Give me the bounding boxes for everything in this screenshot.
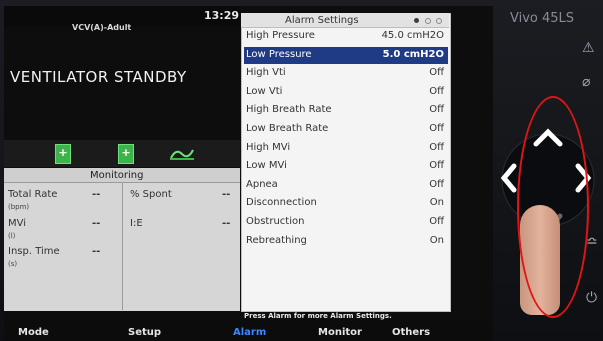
monitor-value: -- (92, 246, 101, 257)
monitor-label: % Spont (130, 189, 172, 200)
alarm-row[interactable]: Rebreathing On (244, 233, 448, 250)
monitor-value: -- (92, 218, 101, 229)
alarm-mute-icon[interactable]: ⌀ (582, 74, 590, 90)
alarm-name: Disconnection (246, 197, 317, 209)
alarm-value: Off (429, 178, 444, 190)
tab-mode[interactable]: Mode (18, 327, 49, 338)
alarm-row[interactable]: High Vti Off (244, 65, 448, 82)
alarm-value: On (429, 234, 444, 246)
alarm-row[interactable]: Disconnection On (244, 195, 448, 212)
clock: 13:29 (204, 9, 240, 22)
page-dot-active (414, 18, 419, 23)
tab-alarm[interactable]: Alarm (233, 327, 266, 338)
monitor-label: Insp. Time (8, 246, 60, 257)
monitor-value: -- (222, 189, 231, 200)
alarm-row[interactable]: High Breath Rate Off (244, 102, 448, 119)
alarm-settings-title: Alarm Settings (285, 15, 359, 26)
alarm-name: High Pressure (246, 30, 315, 41)
tab-monitor[interactable]: Monitor (318, 327, 362, 338)
alarm-name: Rebreathing (246, 234, 307, 246)
alarm-row[interactable]: High MVi Off (244, 140, 448, 157)
alarm-value: Off (429, 123, 444, 134)
alarm-name: Low MVi (246, 160, 287, 172)
warning-icon[interactable]: ⚠ (582, 40, 595, 56)
alarm-row[interactable]: Low Vti Off (244, 84, 448, 101)
alarm-value: On (429, 197, 444, 209)
wave-icon[interactable] (170, 146, 194, 160)
alarm-name: Apnea (246, 178, 278, 190)
alarm-hint-text: Press Alarm for more Alarm Settings. (244, 312, 392, 320)
left-plus-icon[interactable]: + (118, 144, 134, 164)
alarm-row[interactable]: Apnea Off (244, 177, 448, 194)
alarm-name: High Breath Rate (246, 104, 332, 116)
alarm-name: High MVi (246, 141, 291, 153)
alarm-row[interactable]: Obstruction Off (244, 214, 448, 231)
page-dot (436, 18, 442, 24)
alarm-value: Off (429, 216, 444, 227)
alarm-name: High Vti (246, 67, 286, 79)
alarm-name: Low Vti (246, 85, 283, 97)
alarm-name: Obstruction (246, 216, 305, 227)
alarm-name: Low Pressure (246, 48, 312, 60)
alarm-value: 45.0 cmH2O (381, 30, 444, 41)
monitoring-title: Monitoring (90, 170, 144, 181)
alarm-value: Off (429, 67, 444, 79)
monitor-label: Total Rate (8, 189, 58, 200)
tab-others[interactable]: Others (392, 327, 430, 338)
monitor-value: -- (222, 218, 231, 229)
alarm-row[interactable]: Low Pressure 5.0 cmH2O (244, 46, 448, 64)
annotation-ring (517, 96, 589, 318)
power-icon[interactable]: ⏻ (586, 290, 597, 306)
plus-icon[interactable]: + (55, 144, 71, 164)
monitor-unit: (s) (8, 260, 18, 268)
alarm-value: Off (429, 141, 444, 153)
alarm-row[interactable]: High Pressure 45.0 cmH2O (244, 28, 448, 45)
alarm-row[interactable]: Low Breath Rate Off (244, 121, 448, 138)
alarm-value: Off (429, 85, 444, 97)
monitoring-divider (122, 183, 123, 310)
alarm-value: Off (429, 104, 444, 116)
standby-message: VENTILATOR STANDBY (10, 68, 187, 86)
monitor-unit: (l) (8, 232, 16, 240)
tab-setup[interactable]: Setup (128, 327, 161, 338)
alarm-value: 5.0 cmH2O (382, 48, 444, 60)
monitor-label: I:E (130, 218, 143, 229)
alarm-name: Low Breath Rate (246, 123, 329, 134)
ventilation-mode-label: VCV(A)-Adult (72, 23, 132, 32)
alarm-value: Off (429, 160, 444, 172)
alarm-row[interactable]: Low MVi Off (244, 158, 448, 175)
monitor-unit: (bpm) (8, 203, 30, 211)
monitor-label: MVi (8, 218, 27, 229)
brand-label: Vivo 45LS (510, 11, 575, 26)
monitor-value: -- (92, 189, 101, 200)
page-dot (425, 18, 431, 24)
